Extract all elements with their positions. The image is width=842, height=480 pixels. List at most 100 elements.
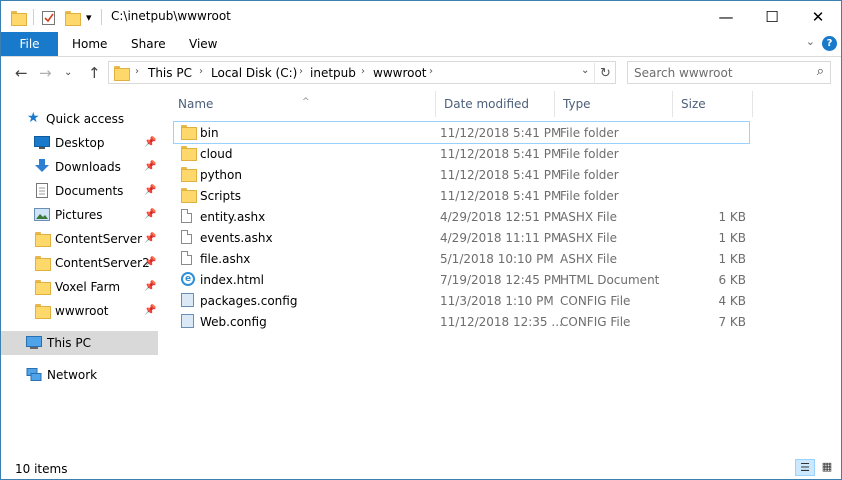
tab-home[interactable]: Home [72, 32, 107, 56]
address-bar[interactable]: › This PC › Local Disk (C:) › inetpub › … [108, 61, 616, 84]
breadcrumb-local-disk[interactable]: Local Disk (C:) [211, 66, 297, 80]
help-icon[interactable]: ? [822, 36, 837, 51]
refresh-icon[interactable]: ↻ [594, 63, 616, 84]
pin-icon: 📌 [144, 281, 157, 292]
file-explorer-window: ▾ C:\inetpub\wwwroot — ☐ ✕ File Home Sha… [0, 0, 842, 480]
chevron-right-icon[interactable]: › [135, 66, 139, 77]
document-icon [181, 230, 195, 245]
chevron-right-icon[interactable]: › [361, 66, 365, 77]
file-size: 7 KB [718, 315, 746, 329]
search-box[interactable]: ⌕ [627, 61, 831, 84]
column-header-date[interactable]: Date modified [436, 91, 555, 117]
folder-icon [35, 232, 51, 247]
table-row[interactable]: packages.config 11/3/2018 1:10 PM CONFIG F… [174, 290, 749, 311]
nav-voxel-farm[interactable]: Voxel Farm 📌 [1, 275, 158, 299]
back-button[interactable]: ← [15, 64, 28, 82]
tab-file[interactable]: File [1, 32, 58, 56]
address-row: ← → ⌄ ↑ › This PC › Local Disk (C:) › in… [1, 58, 841, 88]
chevron-right-icon[interactable]: › [199, 66, 203, 77]
document-icon [181, 251, 195, 266]
file-date-modified: 11/12/2018 12:35 ... [440, 315, 563, 329]
chevron-right-icon[interactable]: › [299, 66, 303, 77]
table-row[interactable]: events.ashx 4/29/2018 11:11 PM ASHX File 1 … [174, 227, 749, 248]
nav-pictures[interactable]: Pictures 📌 [1, 203, 158, 227]
item-count: 10 items [15, 462, 68, 476]
minimize-button[interactable]: — [703, 1, 749, 32]
file-size: 4 KB [718, 294, 746, 308]
file-size: 1 KB [718, 210, 746, 224]
computer-icon [26, 336, 42, 350]
folder-icon [181, 167, 197, 182]
column-header-type[interactable]: Type [555, 91, 673, 117]
file-type: ASHX File [560, 231, 617, 245]
nav-contentserver[interactable]: ContentServer 📌 [1, 227, 158, 251]
folder-icon [11, 8, 27, 26]
up-button[interactable]: ↑ [88, 64, 101, 82]
pin-icon: 📌 [144, 305, 157, 316]
table-row[interactable]: Web.config 11/12/2018 12:35 ... CONFIG Fil… [174, 311, 749, 332]
pin-icon: 📌 [144, 137, 157, 148]
file-type: ASHX File [560, 210, 617, 224]
nav-wwwroot[interactable]: wwwroot 📌 [1, 299, 158, 323]
expand-ribbon-button[interactable]: ⌄ [806, 35, 815, 48]
nav-contentserver2[interactable]: ContentServer2 📌 [1, 251, 158, 275]
file-name: packages.config [200, 294, 298, 308]
column-header-name-label: Name [178, 97, 214, 111]
new-folder-icon[interactable] [65, 8, 81, 26]
nav-downloads[interactable]: Downloads 📌 [1, 155, 158, 179]
customize-toolbar-button[interactable]: ▾ [86, 8, 92, 26]
large-icons-view-button[interactable]: ▦ [817, 459, 837, 476]
table-row[interactable]: file.ashx 5/1/2018 10:10 PM ASHX File 1 KB [174, 248, 749, 269]
search-input[interactable] [634, 65, 804, 80]
properties-icon[interactable] [42, 8, 56, 26]
folder-icon [35, 304, 51, 319]
breadcrumb-this-pc[interactable]: This PC [148, 66, 192, 80]
address-dropdown-button[interactable]: ⌄ [581, 65, 589, 76]
folder-icon [35, 256, 51, 271]
file-name: python [200, 168, 242, 182]
file-size: 1 KB [718, 252, 746, 266]
maximize-button[interactable]: ☐ [749, 1, 795, 32]
column-header-name[interactable]: Name ^ [170, 91, 436, 117]
folder-icon [35, 280, 51, 295]
nav-this-pc[interactable]: This PC [1, 331, 158, 355]
nav-desktop-label: Desktop [55, 136, 105, 150]
file-type: ASHX File [560, 252, 617, 266]
table-row[interactable]: cloud 11/12/2018 5:41 PM File folder [174, 143, 749, 164]
folder-icon [181, 125, 197, 140]
chevron-right-icon[interactable]: › [429, 66, 433, 77]
nav-this-pc-label: This PC [47, 336, 91, 350]
nav-desktop[interactable]: Desktop 📌 [1, 131, 158, 155]
sort-ascending-icon: ^ [302, 97, 310, 107]
file-name: file.ashx [200, 252, 251, 266]
details-view-button[interactable]: ☰ [795, 459, 815, 476]
pin-icon: 📌 [144, 185, 157, 196]
title-bar: ▾ C:\inetpub\wwwroot — ☐ ✕ [1, 1, 841, 32]
file-date-modified: 5/1/2018 10:10 PM [440, 252, 554, 266]
nav-documents[interactable]: Documents 📌 [1, 179, 158, 203]
tab-view[interactable]: View [189, 32, 217, 56]
search-icon[interactable]: ⌕ [817, 64, 824, 79]
pin-icon: 📌 [144, 233, 157, 244]
document-icon [181, 209, 195, 224]
tab-share[interactable]: Share [131, 32, 166, 56]
window-title: C:\inetpub\wwwroot [111, 9, 231, 23]
folder-icon [181, 188, 197, 203]
navigation-pane: ★ Quick access Desktop 📌 Downloads 📌 Doc… [1, 91, 161, 451]
table-row[interactable]: bin 11/12/2018 5:41 PM File folder [173, 121, 750, 144]
table-row[interactable]: e index.html 7/19/2018 12:45 PM HTML Docume… [174, 269, 749, 290]
column-header-size[interactable]: Size [673, 91, 753, 117]
maximize-icon: ☐ [765, 7, 779, 26]
table-row[interactable]: entity.ashx 4/29/2018 12:51 PM ASHX File 1 … [174, 206, 749, 227]
table-row[interactable]: Scripts 11/12/2018 5:41 PM File folder [174, 185, 749, 206]
breadcrumb-wwwroot[interactable]: wwwroot [373, 66, 427, 80]
nav-documents-label: Documents [55, 184, 124, 198]
close-button[interactable]: ✕ [795, 1, 841, 32]
nav-network[interactable]: Network [1, 363, 158, 387]
nav-quick-access[interactable]: ★ Quick access [1, 107, 158, 131]
recent-locations-button[interactable]: ⌄ [64, 67, 72, 78]
breadcrumb-inetpub[interactable]: inetpub [310, 66, 356, 80]
table-row[interactable]: python 11/12/2018 5:41 PM File folder [174, 164, 749, 185]
nav-contentserver-label: ContentServer [55, 232, 143, 246]
forward-button[interactable]: → [39, 64, 52, 82]
